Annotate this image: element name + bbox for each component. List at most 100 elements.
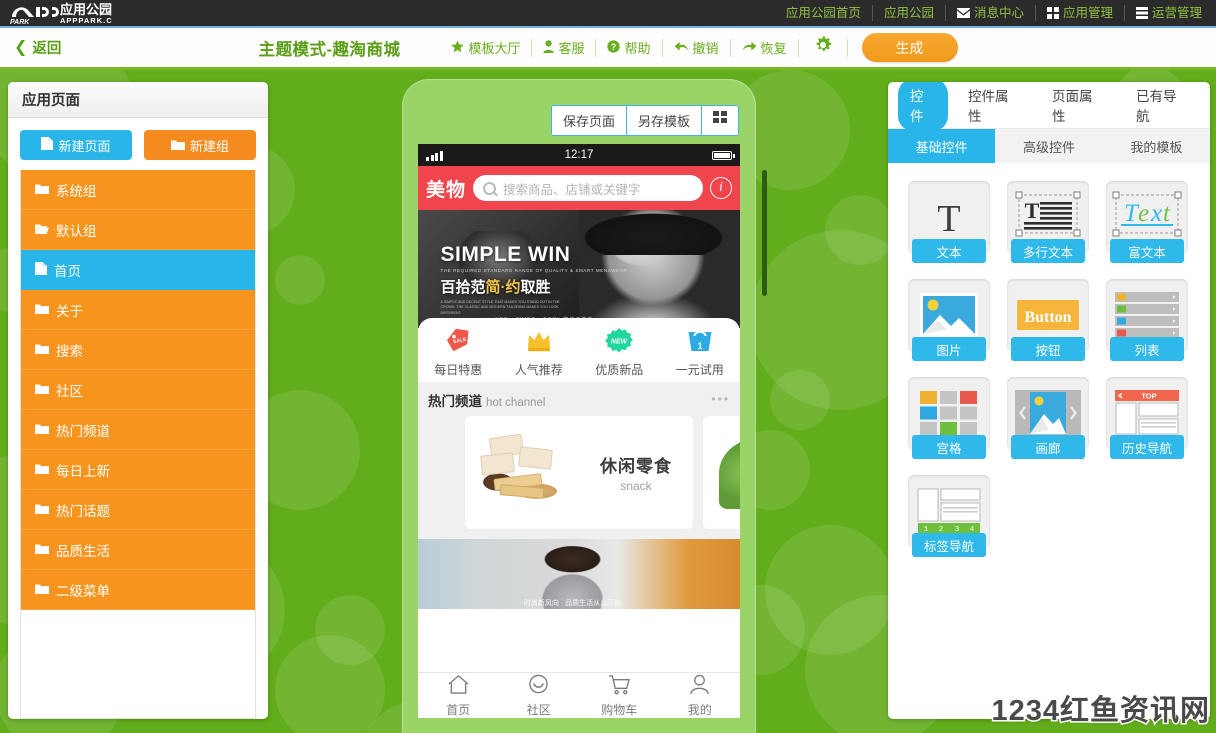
widget-grid-cell[interactable]: 宫格 — [908, 377, 990, 459]
tab-label: 社区 — [526, 702, 551, 717]
widget-label[interactable]: 画廊 — [1011, 435, 1085, 459]
nav-link-app-manage[interactable]: 应用管理 — [1036, 5, 1125, 21]
nav-link-app-manage-label: 应用管理 — [1062, 6, 1113, 20]
info-icon[interactable]: i — [710, 177, 732, 199]
tab-home[interactable]: 首页 — [418, 674, 499, 718]
nav-link-ops-manage[interactable]: 运营管理 — [1125, 5, 1210, 21]
tab-widget-properties[interactable]: 控件属性 — [956, 82, 1032, 131]
save-template-button[interactable]: 另存模板 — [626, 106, 702, 135]
settings-button[interactable] — [799, 35, 847, 60]
banner-cn-post: 取胜 — [520, 279, 551, 297]
page-list-item-search[interactable]: 搜索 — [21, 330, 255, 370]
widget-label[interactable]: 多行文本 — [1011, 239, 1085, 263]
hot-channel-card-next[interactable] — [703, 416, 740, 529]
grid-view-icon[interactable] — [702, 106, 738, 135]
status-time: 12:17 — [564, 149, 594, 161]
widget-text[interactable]: T 文本 — [908, 181, 990, 263]
widget-label[interactable]: 文本 — [912, 239, 986, 263]
nav-link-messages[interactable]: 消息中心 — [946, 5, 1036, 21]
template-hall-button[interactable]: 模板大厅 — [440, 38, 533, 57]
page-list-item-system[interactable]: 系统组 — [21, 170, 255, 210]
undo-label: 撤销 — [692, 41, 719, 56]
back-button[interactable]: ❮ 返回 — [14, 37, 61, 58]
leaf-illustration — [719, 436, 740, 509]
back-button-label: 返回 — [32, 41, 62, 57]
hero-banner[interactable]: SIMPLE WIN THE REQUIRED STANDARD RANGE O… — [418, 210, 740, 328]
page-list-item-about[interactable]: 关于 — [21, 290, 255, 330]
bokeh-circle — [825, 195, 895, 265]
help-button[interactable]: ? 帮助 — [596, 38, 663, 57]
tab-label: 购物车 — [601, 702, 638, 717]
customer-service-button[interactable]: 客服 — [532, 38, 597, 57]
folder-icon — [35, 342, 49, 357]
preview-scrollbar[interactable] — [762, 170, 767, 296]
widget-label[interactable]: 按钮 — [1011, 337, 1085, 361]
new-page-button[interactable]: 新建页面 — [20, 130, 132, 160]
page-list-item-home[interactable]: 首页 — [21, 250, 255, 290]
generate-button[interactable]: 生成 — [861, 33, 958, 62]
widget-tab-nav[interactable]: 1 2 3 4 标签导航 — [908, 475, 990, 557]
nav-link-appark[interactable]: 应用公园 — [873, 5, 946, 21]
save-page-button[interactable]: 保存页面 — [551, 106, 627, 135]
page-list-item-hot-channel[interactable]: 热门频道 — [21, 410, 255, 450]
hot-channel-card-title-en: snack — [620, 479, 652, 493]
promo-caption: 时尚新风向 · 品质生活从此开始 — [523, 599, 622, 607]
category-popular[interactable]: 人气推荐 — [499, 326, 580, 378]
category-daily-deal[interactable]: SALE 每日特惠 — [418, 326, 499, 378]
widget-image[interactable]: 图片 — [908, 279, 990, 361]
widget-rich-text[interactable]: T e x t 富文本 — [1106, 181, 1188, 263]
widget-history-nav[interactable]: TOP 历史导航 — [1106, 377, 1188, 459]
tab-existing-nav[interactable]: 已有导航 — [1124, 82, 1200, 131]
widget-label[interactable]: 标签导航 — [912, 533, 986, 557]
redo-icon — [742, 40, 757, 56]
undo-button[interactable]: 撤销 — [663, 38, 731, 57]
page-title: 主题模式-趣淘商城 — [258, 40, 401, 59]
page-list-item-hot-topic[interactable]: 热门话题 — [21, 490, 255, 530]
page-list-item-label: 二级菜单 — [56, 583, 110, 599]
toolbar-center: 主题模式-趣淘商城 模板大厅 客服 ? 帮助 撤销 恢复 生成 — [0, 28, 1216, 67]
page-list-item-daily-new[interactable]: 每日上新 — [21, 450, 255, 490]
hot-channel-card-list[interactable]: 休闲零食 snack — [418, 416, 740, 539]
page-list-item-submenu[interactable]: 二级菜单 — [21, 570, 255, 610]
search-input[interactable]: 搜索商品、店铺或关键字 — [473, 175, 703, 201]
page-list-item-quality-life[interactable]: 品质生活 — [21, 530, 255, 570]
widget-multiline-text[interactable]: T 多行文本 — [1007, 181, 1089, 263]
widget-gallery[interactable]: 画廊 — [1007, 377, 1089, 459]
new-page-label: 新建页面 — [58, 138, 111, 154]
hot-channel-card[interactable]: 休闲零食 snack — [465, 416, 693, 529]
nav-link-home-label: 应用公园首页 — [785, 6, 861, 20]
subtab-my-templates[interactable]: 我的模板 — [1103, 129, 1210, 163]
tab-cart[interactable]: 购物车 — [579, 674, 660, 718]
new-group-label: 新建组 — [189, 138, 229, 154]
redo-button[interactable]: 恢复 — [731, 39, 798, 57]
category-one-yuan-trial[interactable]: 1 一元试用 — [660, 326, 741, 378]
category-new-quality[interactable]: NEW 优质新品 — [579, 326, 660, 378]
toolbar-actions: 主题模式-趣淘商城 模板大厅 客服 ? 帮助 撤销 恢复 生成 — [258, 33, 958, 62]
nav-link-home[interactable]: 应用公园首页 — [775, 5, 873, 21]
svg-text:T: T — [937, 198, 960, 239]
appark-logo[interactable]: PARK 应用公园 APPPARK.CN — [0, 0, 112, 27]
page-list[interactable]: 系统组 默认组 首页 关于 搜索 社区 热门频道 每日上新 热门话题 品质生活 … — [20, 170, 256, 719]
tab-mine[interactable]: 我的 — [660, 674, 741, 718]
new-group-button[interactable]: 新建组 — [144, 130, 256, 160]
widget-button[interactable]: Button 按钮 — [1007, 279, 1089, 361]
tab-community[interactable]: 社区 — [499, 674, 580, 718]
tab-label: 我的 — [687, 702, 712, 717]
ellipsis-icon[interactable]: ••• — [711, 392, 730, 406]
widget-label[interactable]: 图片 — [912, 337, 986, 361]
folder-icon — [35, 302, 49, 317]
tab-widgets[interactable]: 控件 — [898, 82, 948, 131]
page-list-item-community[interactable]: 社区 — [21, 370, 255, 410]
widget-list[interactable]: 列表 — [1106, 279, 1188, 361]
subtab-basic-widgets[interactable]: 基础控件 — [888, 129, 996, 163]
widget-label[interactable]: 宫格 — [912, 435, 986, 459]
tab-page-properties[interactable]: 页面属性 — [1040, 82, 1116, 131]
widget-label[interactable]: 富文本 — [1110, 239, 1184, 263]
widget-label[interactable]: 列表 — [1110, 337, 1184, 361]
widget-label[interactable]: 历史导航 — [1110, 435, 1184, 459]
widgets-panel-subtabs: 基础控件 高级控件 我的模板 — [888, 129, 1210, 163]
page-list-item-default[interactable]: 默认组 — [21, 210, 255, 250]
subtab-advanced-widgets[interactable]: 高级控件 — [995, 129, 1102, 163]
battery-icon — [712, 150, 735, 160]
promo-photo-banner[interactable]: 时尚新风向 · 品质生活从此开始 — [418, 539, 740, 609]
